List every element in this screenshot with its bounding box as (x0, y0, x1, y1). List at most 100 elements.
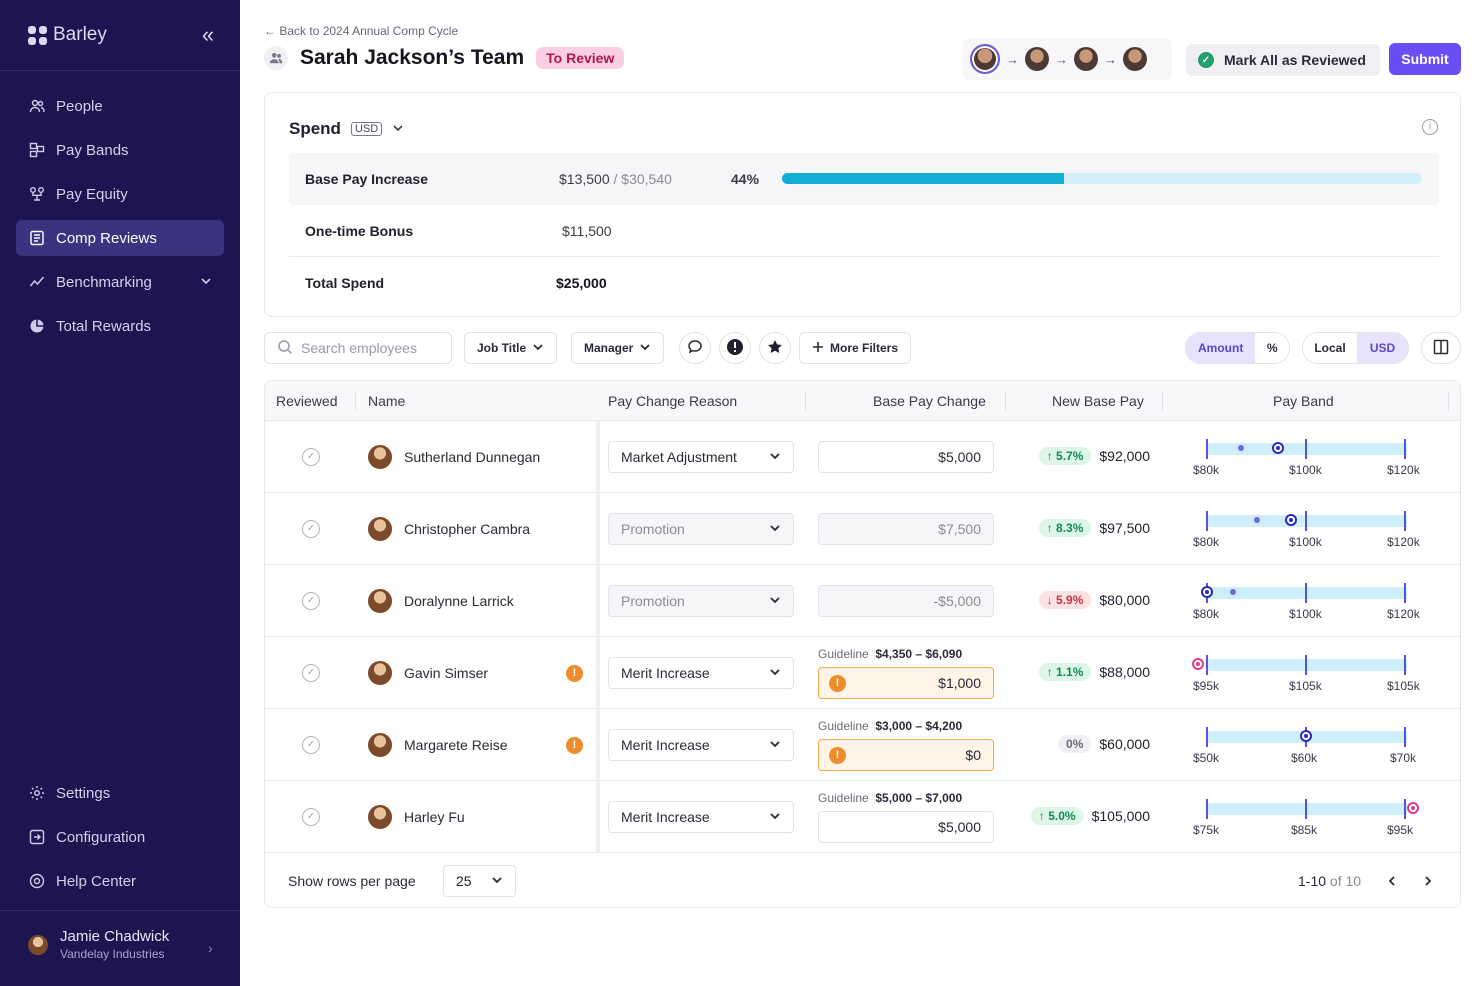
barley-logo[interactable]: Barley (28, 24, 107, 46)
column-header-base-change[interactable]: Base Pay Change (873, 393, 986, 409)
new-pay-marker[interactable] (1300, 730, 1312, 742)
pay-change-reason-select[interactable]: Merit Increase (608, 801, 794, 833)
nav-configuration[interactable]: Configuration (16, 819, 224, 855)
new-pay-marker[interactable] (1201, 586, 1213, 598)
employee-avatar (368, 805, 392, 829)
base-pay-change-input[interactable]: -$5,000 (818, 585, 994, 617)
reviewed-checkbox[interactable]: ✓ (302, 664, 320, 682)
nav-pay-equity[interactable]: Pay Equity (16, 176, 224, 212)
alerts-filter-button[interactable] (719, 332, 751, 364)
approver-avatar[interactable] (970, 44, 1000, 74)
warning-icon[interactable]: ! (566, 737, 583, 754)
more-filters-button[interactable]: More Filters (799, 332, 912, 364)
table-row: ✓ Harley Fu Merit Increase Guideline $5,… (265, 781, 1460, 853)
approver-avatar[interactable] (1123, 47, 1147, 71)
reason-value: Merit Increase (621, 665, 710, 681)
pay-change-reason-select[interactable]: Merit Increase (608, 729, 794, 761)
base-pay-change-input[interactable]: ! $1,000 (818, 667, 994, 699)
nav-help-center[interactable]: Help Center (16, 863, 224, 899)
new-pay-marker[interactable] (1285, 514, 1297, 526)
column-header-reviewed[interactable]: Reviewed (276, 393, 337, 409)
spend-row-base: Base Pay Increase $13,500 / $30,540 44% (289, 153, 1439, 205)
employee-name-cell[interactable]: Doralynne Larrick (368, 589, 514, 613)
pay-bands-icon (28, 141, 46, 159)
column-header-pay-band[interactable]: Pay Band (1273, 393, 1334, 409)
employee-name: Sutherland Dunnegan (404, 449, 541, 465)
approver-avatar[interactable] (1074, 47, 1098, 71)
nav-people[interactable]: People (16, 88, 224, 124)
column-header-name[interactable]: Name (368, 393, 405, 409)
pay-band-range (1207, 587, 1407, 599)
warning-icon: ! (829, 675, 846, 692)
nav-benchmarking[interactable]: Benchmarking (16, 264, 224, 300)
base-pay-change-input[interactable]: $7,500 (818, 513, 994, 545)
new-pay-marker[interactable] (1407, 802, 1419, 814)
percent-change-badge: ↑ 1.1% (1038, 663, 1092, 681)
employee-name-cell[interactable]: Christopher Cambra (368, 517, 530, 541)
chevron-down-icon[interactable] (200, 274, 212, 291)
column-layout-button[interactable] (1421, 332, 1461, 364)
search-input[interactable]: Search employees (264, 332, 452, 364)
mark-all-reviewed-button[interactable]: ✓ Mark All as Reviewed (1186, 44, 1380, 76)
nav-settings[interactable]: Settings (16, 775, 224, 811)
employee-avatar (368, 733, 392, 757)
base-pay-change-input[interactable]: ! $0 (818, 739, 994, 771)
chevron-down-icon[interactable] (392, 121, 404, 137)
new-base-pay-cell: ↑ 8.3% $97,500 (1038, 519, 1150, 537)
pay-band-range (1207, 659, 1407, 671)
spend-header: Spend USD (289, 119, 404, 139)
approver-avatar[interactable] (1025, 47, 1049, 71)
collapse-sidebar-icon[interactable]: « (196, 24, 220, 48)
usd-currency-toggle[interactable]: USD (1357, 333, 1408, 363)
base-pay-change-input[interactable]: $5,000 (818, 441, 994, 473)
employee-name-cell[interactable]: Sutherland Dunnegan (368, 445, 540, 469)
rows-per-page-select[interactable]: 25 (443, 865, 516, 897)
reviewed-checkbox[interactable]: ✓ (302, 736, 320, 754)
pay-change-reason-select[interactable]: Market Adjustment (608, 441, 794, 473)
title-row: Sarah Jackson’s Team To Review (264, 46, 625, 70)
reviewed-checkbox[interactable]: ✓ (302, 520, 320, 538)
pay-change-reason-select[interactable]: Merit Increase (608, 657, 794, 689)
pay-band-range (1207, 443, 1407, 455)
employee-name-cell[interactable]: Margarete Reise (368, 733, 508, 757)
chevron-right-icon[interactable]: › (208, 940, 213, 956)
pay-change-reason-select[interactable]: Promotion (608, 513, 794, 545)
barley-logo-icon (28, 25, 47, 45)
new-pay-marker[interactable] (1192, 658, 1204, 670)
employee-name-cell[interactable]: Gavin Simser (368, 661, 488, 685)
reviewed-checkbox[interactable]: ✓ (302, 448, 320, 466)
warning-icon[interactable]: ! (566, 665, 583, 682)
manager-filter[interactable]: Manager (571, 332, 665, 364)
previous-page-button[interactable] (1380, 869, 1404, 893)
nav-total-rewards[interactable]: Total Rewards (16, 308, 224, 344)
pay-band-chart: $50k $60k $70k (1193, 725, 1433, 769)
back-link[interactable]: ← Back to 2024 Annual Comp Cycle (264, 24, 458, 38)
nav-pay-bands[interactable]: Pay Bands (16, 132, 224, 168)
nav-comp-reviews[interactable]: Comp Reviews (16, 220, 224, 256)
starred-filter-button[interactable] (759, 332, 791, 364)
band-max-tick (1404, 583, 1406, 603)
job-title-filter[interactable]: Job Title (464, 332, 558, 364)
reviewed-checkbox[interactable]: ✓ (302, 808, 320, 826)
column-divider (1448, 391, 1449, 411)
band-max-tick (1404, 655, 1406, 675)
status-badge: To Review (536, 47, 625, 69)
base-pay-change-input[interactable]: $5,000 (818, 811, 994, 843)
column-header-reason[interactable]: Pay Change Reason (608, 393, 737, 409)
employee-name: Harley Fu (404, 809, 465, 825)
nav-people-label: People (56, 97, 103, 115)
band-min-label: $95k (1193, 679, 1220, 693)
amount-toggle[interactable]: Amount (1186, 333, 1256, 363)
user-profile[interactable]: Jamie Chadwick Vandelay Industries (28, 928, 169, 961)
submit-button[interactable]: Submit (1389, 43, 1461, 75)
comments-filter-button[interactable] (679, 332, 711, 364)
employee-name-cell[interactable]: Harley Fu (368, 805, 465, 829)
local-currency-toggle[interactable]: Local (1303, 333, 1357, 363)
info-icon[interactable]: i (1422, 119, 1438, 135)
pay-change-reason-select[interactable]: Promotion (608, 585, 794, 617)
new-pay-marker[interactable] (1272, 442, 1284, 454)
column-header-new-base[interactable]: New Base Pay (1052, 393, 1144, 409)
percent-toggle[interactable]: % (1255, 333, 1289, 363)
next-page-button[interactable] (1416, 869, 1440, 893)
reviewed-checkbox[interactable]: ✓ (302, 592, 320, 610)
